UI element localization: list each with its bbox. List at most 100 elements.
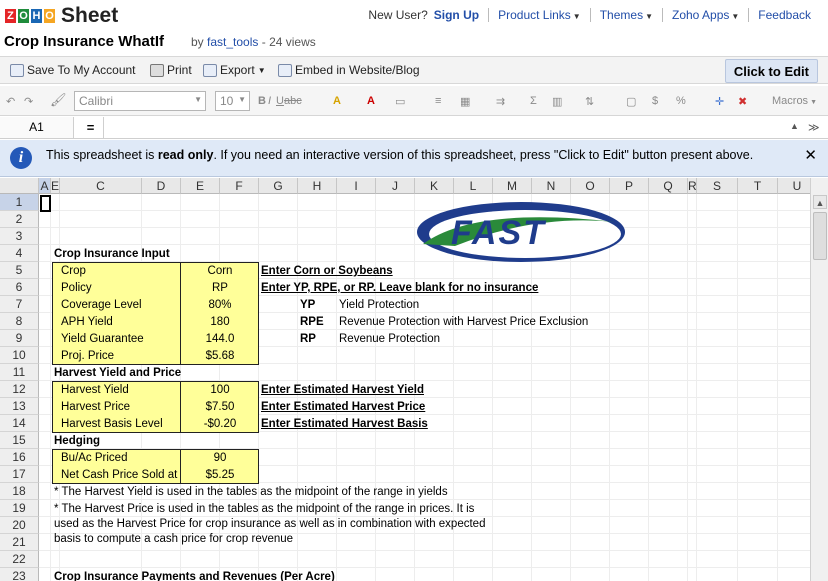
column-header-b[interactable]: E — [51, 178, 60, 194]
row-header-2[interactable]: 2 — [0, 211, 39, 228]
column-header-s[interactable]: S — [697, 178, 738, 194]
font-family-select[interactable]: Calibri ▼ — [74, 91, 206, 111]
border-icon[interactable]: ▭ — [395, 95, 405, 108]
row-header-17[interactable]: 17 — [0, 466, 39, 483]
font-size-select[interactable]: 10 ▼ — [215, 91, 250, 111]
column-header-c[interactable]: C — [60, 178, 142, 194]
percent-icon[interactable]: % — [676, 95, 686, 107]
formula-equals-button[interactable]: = — [78, 117, 104, 138]
row-header-21[interactable]: 21 — [0, 534, 39, 551]
column-header-k[interactable]: K — [415, 178, 454, 194]
row-header-6[interactable]: 6 — [0, 279, 39, 296]
column-header-e[interactable]: E — [181, 178, 220, 194]
expand-icon[interactable]: ≫ — [808, 121, 820, 134]
column-header-q[interactable]: Q — [649, 178, 688, 194]
column-header-n[interactable]: N — [532, 178, 571, 194]
spreadsheet-grid[interactable]: AECDEFGHIJKLMNOPQRSTUV 12345678910111213… — [0, 178, 810, 581]
net-cash-price-value[interactable]: $5.25 — [181, 467, 259, 484]
row-header-7[interactable]: 7 — [0, 296, 39, 313]
column-header-r[interactable]: R — [688, 178, 697, 194]
sum-icon[interactable]: Σ — [530, 95, 537, 107]
column-header-d[interactable]: D — [142, 178, 181, 194]
row-header-19[interactable]: 19 — [0, 500, 39, 517]
scrollbar-thumb[interactable] — [813, 212, 827, 260]
formula-input[interactable] — [106, 118, 782, 137]
harvest-yield-value[interactable]: 100 — [181, 382, 259, 399]
harvest-basis-value[interactable]: -$0.20 — [181, 416, 259, 433]
align-icon[interactable]: ≡ — [435, 95, 441, 107]
author-link[interactable]: fast_tools — [207, 35, 258, 49]
row-header-20[interactable]: 20 — [0, 517, 39, 534]
crop-value[interactable]: Corn — [181, 263, 259, 280]
delete-icon[interactable]: ✖ — [738, 95, 747, 108]
format-painter-icon[interactable]: 🖌 — [50, 92, 67, 108]
column-header-h[interactable]: H — [298, 178, 337, 194]
column-header-j[interactable]: J — [376, 178, 415, 194]
column-header-t[interactable]: T — [738, 178, 778, 194]
row-header-9[interactable]: 9 — [0, 330, 39, 347]
print-button[interactable]: Print — [150, 63, 192, 77]
merge-icon[interactable]: ▦ — [460, 95, 470, 108]
underline-icon[interactable]: U — [276, 95, 284, 107]
zoho-sheet-logo[interactable]: Z O H O Sheet — [4, 4, 118, 28]
column-header-a[interactable]: A — [39, 178, 51, 194]
row-header-12[interactable]: 12 — [0, 381, 39, 398]
column-header-f[interactable]: F — [220, 178, 259, 194]
row-header-3[interactable]: 3 — [0, 228, 39, 245]
row-header-13[interactable]: 13 — [0, 398, 39, 415]
feedback-link[interactable]: Feedback — [749, 8, 820, 22]
scroll-up-icon[interactable]: ▲ — [813, 195, 827, 209]
vertical-scrollbar[interactable]: ▲ — [810, 178, 828, 581]
bu-ac-priced-value[interactable]: 90 — [181, 450, 259, 467]
save-to-account-button[interactable]: Save To My Account — [10, 63, 136, 77]
bold-icon[interactable]: B — [258, 95, 266, 107]
insert-icon[interactable]: ✛ — [715, 95, 724, 108]
sort-icon[interactable]: ⇅ — [585, 95, 594, 108]
italic-icon[interactable]: I — [268, 95, 271, 107]
currency-icon[interactable]: $ — [652, 95, 658, 107]
column-header-m[interactable]: M — [493, 178, 532, 194]
export-menu[interactable]: Export ▼ — [203, 63, 266, 77]
coverage-value[interactable]: 80% — [181, 297, 259, 314]
strikethrough-icon[interactable]: abc — [284, 95, 302, 107]
row-header-14[interactable]: 14 — [0, 415, 39, 432]
row-header-11[interactable]: 11 — [0, 364, 39, 381]
macros-menu[interactable]: Macros ▼ — [772, 95, 817, 107]
column-header-i[interactable]: I — [337, 178, 376, 194]
product-links-menu[interactable]: Product Links ▼ — [489, 8, 590, 22]
row-header-23[interactable]: 23 — [0, 568, 39, 581]
row-header-10[interactable]: 10 — [0, 347, 39, 364]
row-header-1[interactable]: 1 — [0, 194, 39, 211]
column-header-g[interactable]: G — [259, 178, 298, 194]
column-header-l[interactable]: L — [454, 178, 493, 194]
redo-icon[interactable]: ↷ — [24, 95, 33, 108]
number-format-icon[interactable]: ▢ — [626, 95, 636, 108]
yield-guarantee-value[interactable]: 144.0 — [181, 331, 259, 348]
wrap-icon[interactable]: ⇉ — [496, 95, 505, 108]
themes-menu[interactable]: Themes ▼ — [591, 8, 662, 22]
column-header-o[interactable]: O — [571, 178, 610, 194]
selected-cell[interactable] — [40, 195, 51, 212]
row-header-4[interactable]: 4 — [0, 245, 39, 262]
row-header-18[interactable]: 18 — [0, 483, 39, 500]
font-color-icon[interactable]: A — [367, 95, 375, 107]
undo-icon[interactable]: ↶ — [6, 95, 15, 108]
row-header-22[interactable]: 22 — [0, 551, 39, 568]
click-to-edit-button[interactable]: Click to Edit — [724, 59, 818, 83]
fill-color-icon[interactable]: A — [333, 95, 341, 107]
row-header-15[interactable]: 15 — [0, 432, 39, 449]
row-header-8[interactable]: 8 — [0, 313, 39, 330]
aph-yield-value[interactable]: 180 — [181, 314, 259, 331]
column-header-p[interactable]: P — [610, 178, 649, 194]
sign-up-link[interactable]: Sign Up — [431, 8, 488, 22]
select-all-corner[interactable] — [0, 178, 39, 194]
cell-reference-box[interactable]: A1 — [0, 117, 74, 138]
close-icon[interactable]: ✕ — [804, 146, 817, 164]
chevron-up-icon[interactable]: ▲ — [790, 121, 799, 131]
chart-icon[interactable]: ▥ — [552, 95, 562, 108]
proj-price-value[interactable]: $5.68 — [181, 348, 259, 365]
embed-button[interactable]: Embed in Website/Blog — [278, 63, 420, 77]
policy-value[interactable]: RP — [181, 280, 259, 297]
column-header-u[interactable]: U — [778, 178, 810, 194]
harvest-price-value[interactable]: $7.50 — [181, 399, 259, 416]
